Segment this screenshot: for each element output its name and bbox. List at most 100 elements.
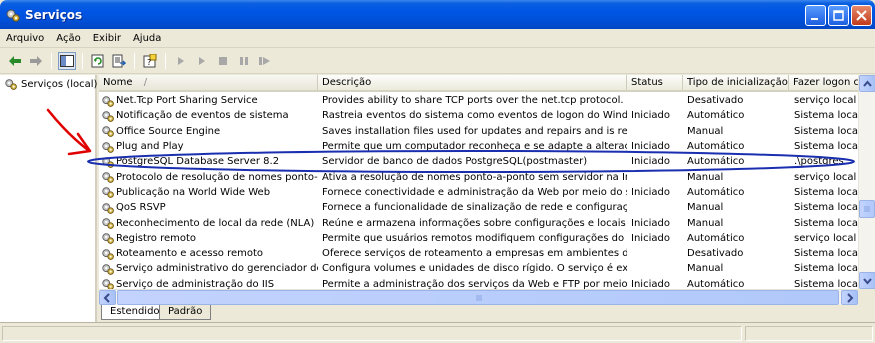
minimize-button[interactable]: [805, 5, 826, 26]
tree-pane: Serviços (local): [0, 75, 97, 322]
service-startup-type: Automático: [687, 186, 745, 198]
service-description: Rastreia eventos do sistema como eventos…: [322, 110, 627, 122]
service-name: Protocolo de resolução de nomes ponto-a-…: [116, 171, 318, 183]
help-button[interactable]: ?: [141, 52, 159, 70]
service-startup-type: Automático: [687, 110, 745, 122]
forward-icon: [30, 55, 42, 66]
column-header-descricao[interactable]: Descrição: [318, 75, 627, 90]
menu-exibir[interactable]: Exibir: [87, 33, 127, 44]
service-description: Ativa a resolução de nomes ponto-a-ponto…: [322, 171, 627, 183]
scroll-right-button[interactable]: [841, 290, 858, 305]
service-logon: Sistema local: [794, 248, 859, 260]
service-gears-icon: [102, 157, 114, 168]
title-bar: Serviços: [0, 0, 875, 29]
service-name: Notificação de eventos de sistema: [116, 110, 289, 122]
service-status: Iniciado: [631, 141, 670, 153]
toolbar: ?: [0, 48, 875, 74]
service-logon: Sistema local: [794, 263, 859, 275]
export-list-button[interactable]: [110, 52, 128, 70]
service-name: Serviço administrativo do gerenciador de…: [116, 263, 318, 275]
service-logon: Sistema local: [794, 217, 859, 229]
forward-button[interactable]: [27, 52, 45, 70]
play-button[interactable]: [193, 52, 211, 70]
vertical-scroll-thumb[interactable]: [859, 200, 875, 218]
pause-button[interactable]: [235, 52, 253, 70]
service-description: Fornece a funcionalidade de sinalização …: [322, 202, 627, 214]
menu-arquivo[interactable]: Arquivo: [0, 33, 50, 44]
close-icon: [856, 10, 867, 21]
service-description: Permite que usuários remotos modifiquem …: [322, 232, 627, 244]
table-row[interactable]: Protocolo de resolução de nomes ponto-a-…: [99, 169, 859, 184]
horizontal-scrollbar[interactable]: [99, 289, 858, 305]
table-row[interactable]: Notificação de eventos de sistema Rastre…: [99, 108, 859, 123]
service-status: Iniciado: [631, 232, 670, 244]
rows: Net.Tcp Port Sharing Service Provides ab…: [99, 93, 859, 292]
close-button[interactable]: [851, 5, 872, 26]
back-icon: [9, 55, 21, 66]
scroll-down-button[interactable]: [859, 272, 875, 289]
service-description: Configura volumes e unidades de disco rí…: [322, 263, 627, 275]
table-row[interactable]: Net.Tcp Port Sharing Service Provides ab…: [99, 93, 859, 108]
service-description: Saves installation files used for update…: [322, 125, 627, 137]
tree-item-services-local[interactable]: Serviços (local): [4, 77, 97, 91]
column-header-logon[interactable]: Fazer logon cor: [789, 75, 859, 90]
service-name: Roteamento e acesso remoto: [116, 248, 264, 260]
menu-acao[interactable]: Ação: [50, 33, 86, 44]
scroll-left-button[interactable]: [99, 290, 116, 305]
chevron-left-icon: [103, 293, 110, 303]
service-name: Office Source Engine: [116, 125, 221, 137]
sort-indicator: /: [143, 77, 148, 88]
back-button[interactable]: [6, 52, 24, 70]
table-row[interactable]: Publicação na World Wide Web Fornece con…: [99, 185, 859, 200]
service-startup-type: Manual: [687, 217, 724, 229]
table-row[interactable]: Registro remoto Permite que usuários rem…: [99, 231, 859, 246]
show-hide-tree-icon: [60, 54, 74, 67]
stop-icon: [219, 56, 227, 65]
chevron-down-icon: [863, 278, 872, 285]
service-gears-icon: [102, 233, 114, 245]
table-row[interactable]: Plug and Play Permite que um computador …: [99, 139, 859, 154]
refresh-button[interactable]: [89, 52, 107, 70]
window-title: Serviços: [25, 7, 83, 22]
service-logon: .\postgres: [794, 156, 844, 168]
column-header-nome[interactable]: Nome /: [99, 75, 318, 90]
column-header-status[interactable]: Status: [627, 75, 683, 90]
menu-ajuda[interactable]: Ajuda: [127, 33, 167, 44]
table-row[interactable]: Serviço administrativo do gerenciador de…: [99, 261, 859, 276]
column-header-tipo[interactable]: Tipo de inicialização: [683, 75, 789, 90]
tab-padrao[interactable]: Padrão: [159, 305, 212, 320]
status-bar: [0, 322, 875, 343]
service-logon: Sistema local: [794, 125, 859, 137]
services-gears-icon: [5, 79, 17, 90]
show-hide-tree-button[interactable]: [58, 51, 76, 70]
service-startup-type: Automático: [687, 156, 745, 168]
service-status: Iniciado: [631, 156, 670, 168]
horizontal-scroll-thumb[interactable]: [117, 290, 839, 305]
list-header: Nome / Descrição Status Tipo de iniciali…: [99, 75, 859, 92]
service-gears-icon: [102, 248, 114, 260]
status-segment: [2, 326, 742, 341]
stop-button[interactable]: [214, 52, 232, 70]
table-row[interactable]: QoS RSVP Fornece a funcionalidade de sin…: [99, 200, 859, 215]
maximize-button[interactable]: [828, 5, 849, 26]
table-row[interactable]: Reconhecimento de local da rede (NLA) Re…: [99, 215, 859, 230]
service-gears-icon: [102, 126, 114, 138]
vertical-scrollbar[interactable]: [858, 75, 875, 289]
restart-button[interactable]: [256, 52, 274, 70]
play-icon: [199, 56, 205, 65]
service-logon: serviço local: [794, 95, 857, 107]
table-row[interactable]: Office Source Engine Saves installation …: [99, 124, 859, 139]
start-button[interactable]: [172, 52, 190, 70]
service-startup-type: Manual: [687, 263, 724, 275]
toolbar-separator: [134, 52, 135, 69]
service-description: Fornece conectividade e administração da…: [322, 186, 627, 198]
service-startup-type: Manual: [687, 125, 724, 137]
service-name: Registro remoto: [116, 232, 197, 244]
services-list: Nome / Descrição Status Tipo de iniciali…: [99, 75, 875, 305]
service-gears-icon: [102, 172, 114, 183]
scroll-up-button[interactable]: [859, 75, 875, 92]
restart-icon: [259, 56, 270, 65]
help-icon: ?: [143, 53, 157, 67]
table-row[interactable]: PostgreSQL Database Server 8.2 Servidor …: [99, 154, 859, 169]
table-row[interactable]: Roteamento e acesso remoto Oferece servi…: [99, 246, 859, 261]
